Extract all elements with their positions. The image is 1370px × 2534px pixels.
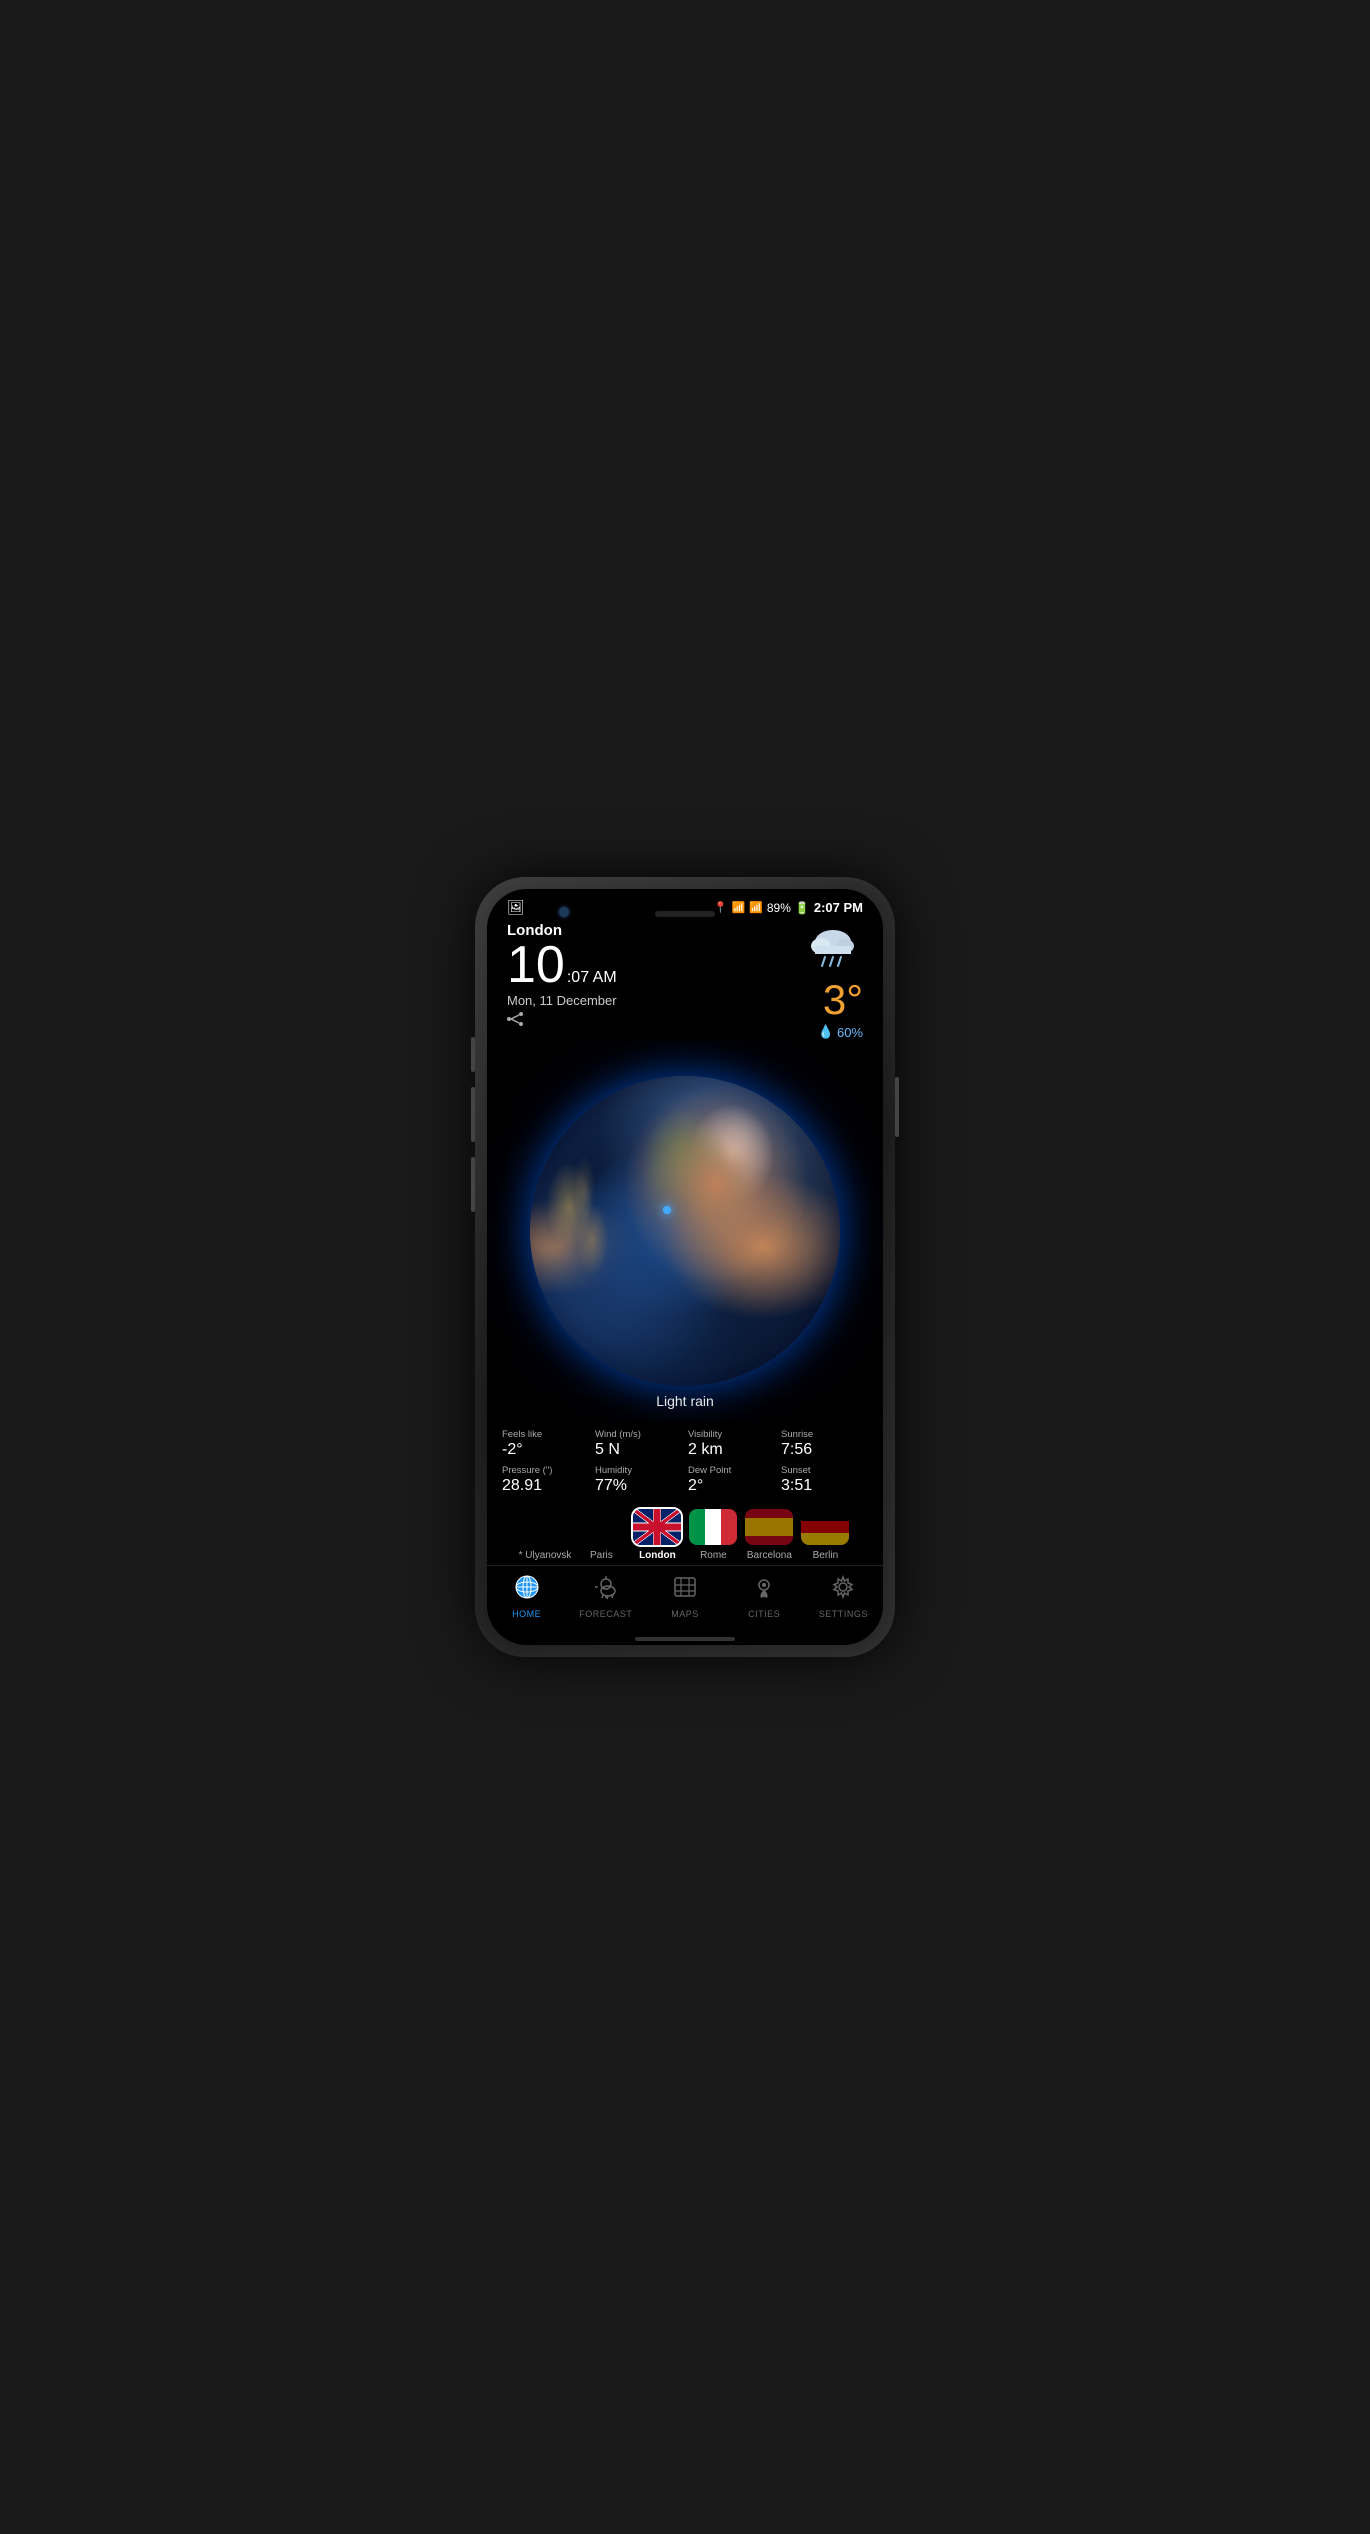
weather-header: London 10 :07 AM Mon, 11 December — [487, 920, 883, 1040]
sunset-value: 3:51 — [781, 1477, 868, 1495]
city-name-label: Rome — [700, 1550, 727, 1561]
pressure-stat: Pressure (") 28.91 — [502, 1465, 589, 1495]
status-right: 📍 📶 📶 89% 🔋 2:07 PM — [714, 900, 863, 915]
volume-up-button[interactable] — [471, 1037, 475, 1072]
city-name-label: Berlin — [813, 1550, 839, 1561]
humidity-label: Humidity — [595, 1465, 682, 1476]
bottom-navigation: HOME FORECAST MAPS CITIES SETTINGS — [487, 1565, 883, 1631]
city-flag-uk — [631, 1507, 683, 1547]
city-flag-russia — [519, 1507, 571, 1547]
sunrise-label: Sunrise — [781, 1429, 868, 1440]
city-name-label: * Ulyanovsk — [519, 1550, 572, 1561]
night-lights — [546, 1138, 624, 1309]
nav-item-maps[interactable]: MAPS — [655, 1574, 715, 1619]
pressure-value: 28.91 — [502, 1477, 589, 1495]
city-selector-row: * Ulyanovsk Paris London Rome Barcelona Berl… — [487, 1501, 883, 1565]
city-item-spain[interactable]: Barcelona — [743, 1507, 795, 1561]
battery-text: 89% — [767, 901, 791, 915]
feels-like-stat: Feels like -2° — [502, 1429, 589, 1459]
location-time: London 10 :07 AM Mon, 11 December — [507, 922, 617, 1031]
dew-point-value: 2° — [688, 1477, 775, 1495]
city-flag-france — [575, 1507, 627, 1547]
city-name-label: London — [639, 1550, 676, 1561]
visibility-stat: Visibility 2 km — [688, 1429, 775, 1459]
phone-screen: 🖼 📍 📶 📶 89% 🔋 2:07 PM London 10 — [487, 889, 883, 1645]
power-button[interactable] — [895, 1077, 899, 1137]
sunrise-value: 7:56 — [781, 1441, 868, 1459]
home-indicator — [487, 1631, 883, 1645]
city-item-russia[interactable]: * Ulyanovsk — [519, 1507, 572, 1561]
home-nav-label: HOME — [512, 1609, 541, 1619]
share-icon[interactable] — [507, 1012, 617, 1031]
forecast-nav-icon — [593, 1574, 619, 1606]
city-name-label: Paris — [590, 1550, 613, 1561]
location-icon: 📍 — [714, 901, 728, 914]
wifi-icon: 📶 — [731, 901, 745, 914]
humidity-stat: Humidity 77% — [595, 1465, 682, 1495]
clock-display: 2:07 PM — [814, 900, 863, 915]
city-item-germany[interactable]: Berlin — [799, 1507, 851, 1561]
cities-nav-label: CITIES — [748, 1609, 780, 1619]
city-flag-italy — [687, 1507, 739, 1547]
status-left: 🖼 — [507, 899, 525, 916]
signal-icon: 📶 — [749, 901, 763, 914]
city-flag-germany — [799, 1507, 851, 1547]
date-display: Mon, 11 December — [507, 993, 617, 1008]
city-item-france[interactable]: Paris — [575, 1507, 627, 1561]
cities-nav-icon — [751, 1574, 777, 1606]
humidity-value: 77% — [595, 1477, 682, 1495]
city-location-dot — [663, 1206, 671, 1214]
forecast-nav-label: FORECAST — [579, 1609, 632, 1619]
weather-temp-right: 3° 💧 60% — [803, 922, 863, 1040]
nav-item-home[interactable]: HOME — [497, 1574, 557, 1619]
earth-globe[interactable] — [530, 1076, 840, 1386]
pressure-label: Pressure (") — [502, 1465, 589, 1476]
city-flag-spain — [743, 1507, 795, 1547]
feels-like-label: Feels like — [502, 1429, 589, 1440]
nav-item-forecast[interactable]: FORECAST — [576, 1574, 636, 1619]
app-screen: 🖼 📍 📶 📶 89% 🔋 2:07 PM London 10 — [487, 889, 883, 1645]
visibility-label: Visibility — [688, 1429, 775, 1440]
nav-item-settings[interactable]: SETTINGS — [813, 1574, 873, 1619]
globe-container[interactable]: Light rain — [487, 1040, 883, 1421]
weather-condition-icon — [803, 924, 863, 976]
battery-icon: 🔋 — [795, 901, 810, 915]
speaker-grille — [655, 911, 715, 917]
home-bar[interactable] — [635, 1637, 735, 1641]
dew-point-stat: Dew Point 2° — [688, 1465, 775, 1495]
volume-down-button[interactable] — [471, 1087, 475, 1142]
hour-display: 10 — [507, 939, 565, 991]
city-item-uk[interactable]: London — [631, 1507, 683, 1561]
phone-frame: 🖼 📍 📶 📶 89% 🔋 2:07 PM London 10 — [475, 877, 895, 1657]
raindrop-icon: 💧 — [818, 1024, 834, 1040]
minute-display: :07 AM — [567, 969, 617, 987]
wind-stat: Wind (m/s) 5 N — [595, 1429, 682, 1459]
weather-stats: Feels like -2° Wind (m/s) 5 N Visibility… — [487, 1421, 883, 1501]
settings-nav-icon — [830, 1574, 856, 1606]
home-nav-icon — [514, 1574, 540, 1606]
maps-nav-label: MAPS — [671, 1609, 699, 1619]
settings-nav-label: SETTINGS — [819, 1609, 868, 1619]
wind-value: 5 N — [595, 1441, 682, 1459]
precipitation-display: 💧 60% — [818, 1024, 863, 1040]
city-name-label: Barcelona — [747, 1550, 792, 1561]
front-camera — [559, 907, 569, 917]
weather-condition-text: Light rain — [656, 1393, 714, 1409]
temperature-display: 3° — [823, 976, 863, 1024]
wind-label: Wind (m/s) — [595, 1429, 682, 1440]
visibility-value: 2 km — [688, 1441, 775, 1459]
maps-nav-icon — [672, 1574, 698, 1606]
city-item-italy[interactable]: Rome — [687, 1507, 739, 1561]
sunset-label: Sunset — [781, 1465, 868, 1476]
nav-item-cities[interactable]: CITIES — [734, 1574, 794, 1619]
mute-button[interactable] — [471, 1157, 475, 1212]
time-display: 10 :07 AM — [507, 939, 617, 991]
dew-point-label: Dew Point — [688, 1465, 775, 1476]
gallery-icon: 🖼 — [507, 899, 525, 916]
sunset-stat: Sunset 3:51 — [781, 1465, 868, 1495]
feels-like-value: -2° — [502, 1441, 589, 1459]
sunrise-stat: Sunrise 7:56 — [781, 1429, 868, 1459]
